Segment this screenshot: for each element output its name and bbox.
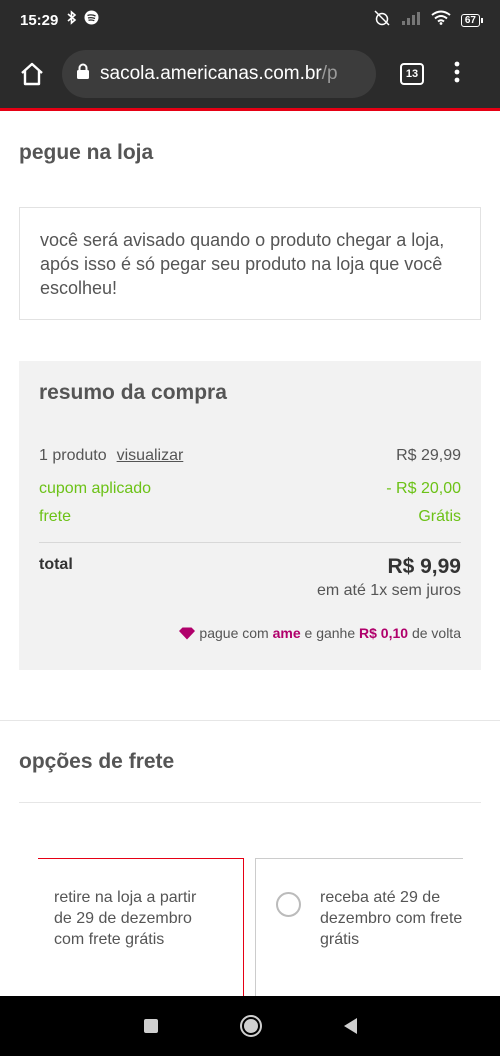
- browser-toolbar: sacola.americanas.com.br/p 13: [0, 40, 500, 108]
- ame-brand: ame: [272, 625, 301, 641]
- products-row: 1 produto visualizar R$ 29,99: [39, 447, 461, 465]
- spotify-icon: [84, 10, 99, 30]
- option-2-line-3: grátis: [320, 931, 360, 948]
- shipping-option-delivery[interactable]: receba até 29 de dezembro com frete grát…: [255, 858, 463, 998]
- option-1-line-3: com frete grátis: [54, 931, 165, 948]
- battery-icon: 67: [460, 13, 484, 27]
- back-button[interactable]: [343, 1018, 357, 1034]
- shipping-label: frete: [39, 508, 72, 525]
- option-2-line-2: dezembro com frete: [320, 910, 463, 927]
- home-nav-button[interactable]: [239, 1015, 262, 1037]
- product-price: R$ 29,99: [396, 447, 461, 464]
- option-1-line-1: retire na loja a partir: [54, 889, 197, 906]
- summary-title: resumo da compra: [39, 381, 227, 404]
- status-time: 15:29: [20, 11, 59, 29]
- shipping-options-title: opções de frete: [19, 750, 175, 773]
- recents-button[interactable]: [143, 1019, 158, 1033]
- shipping-row: frete Grátis: [39, 508, 461, 526]
- lock-icon: [76, 63, 90, 85]
- pickup-title: pegue na loja: [19, 141, 154, 164]
- option-2-line-1: receba até 29 de: [320, 889, 441, 906]
- url-path: /p: [321, 63, 338, 84]
- ame-cashback-banner: pague com ame e ganhe R$ 0,10 de volta: [178, 625, 461, 641]
- status-bar: 15:29 67: [0, 0, 500, 40]
- system-nav-bar: [0, 996, 500, 1056]
- signal-icon: [401, 11, 421, 30]
- total-label: total: [39, 556, 73, 573]
- shipping-options-divider: [19, 802, 481, 803]
- more-vert-icon: [454, 61, 460, 83]
- summary-divider: [39, 542, 461, 543]
- alarm-off-icon: [373, 9, 391, 32]
- url-bar[interactable]: sacola.americanas.com.br/p: [62, 50, 376, 98]
- total-value: R$ 9,99: [387, 555, 461, 578]
- section-divider: [0, 720, 500, 721]
- order-summary: resumo da compra 1 produto visualizar R$ …: [19, 361, 481, 670]
- wifi-icon: [431, 10, 451, 30]
- shipping-value: Grátis: [418, 508, 461, 525]
- product-count: 1 produto: [39, 447, 107, 464]
- coupon-row: cupom aplicado - R$ 20,00: [39, 480, 461, 498]
- url-host: sacola.americanas.com.br: [100, 63, 322, 84]
- pickup-notice: você será avisado quando o produto chega…: [19, 207, 481, 320]
- shipping-option-pickup[interactable]: retire na loja a partir de 29 de dezembr…: [38, 858, 244, 998]
- option-1-line-2: de 29 de dezembro: [54, 910, 192, 927]
- home-icon: [21, 62, 43, 86]
- delivery-radio[interactable]: [276, 892, 301, 917]
- ame-diamond-icon: [179, 627, 196, 639]
- overflow-menu-button[interactable]: [452, 61, 462, 87]
- home-button[interactable]: [16, 58, 48, 90]
- view-products-link[interactable]: visualizar: [117, 447, 184, 464]
- installments-text: em até 1x sem juros: [316, 582, 461, 599]
- header-accent-line: [0, 108, 500, 111]
- coupon-value: - R$ 20,00: [386, 480, 461, 497]
- bluetooth-icon: [66, 10, 78, 30]
- tab-switcher-button[interactable]: 13: [400, 63, 424, 85]
- ame-cashback-value: R$ 0,10: [359, 625, 409, 641]
- coupon-label: cupom aplicado: [39, 480, 152, 497]
